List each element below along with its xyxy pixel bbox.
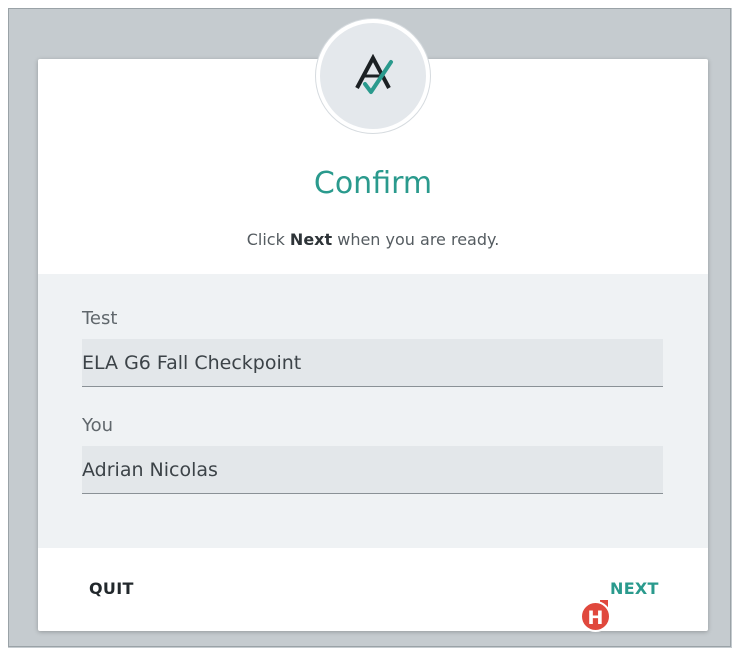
test-label: Test [82, 308, 118, 329]
instruction-prefix: Click [246, 230, 285, 249]
window-frame-top [0, 0, 735, 8]
you-field: Adrian Nicolas [82, 446, 663, 494]
you-label: You [82, 415, 114, 436]
details-panel [38, 274, 708, 548]
window-frame-left [0, 0, 8, 651]
page-title: Confirm [313, 166, 433, 201]
instruction-bold: Next [289, 230, 333, 249]
logo-a-check-icon [355, 54, 393, 94]
quit-button[interactable]: QUIT [89, 579, 134, 598]
app-logo [316, 19, 430, 133]
overlay-badge-icon[interactable]: H [580, 601, 611, 632]
next-button[interactable]: NEXT [610, 579, 659, 598]
instruction-text: Click Next when you are ready. [38, 230, 708, 249]
test-field: ELA G6 Fall Checkpoint [82, 339, 663, 387]
instruction-suffix: when you are ready. [337, 230, 500, 249]
